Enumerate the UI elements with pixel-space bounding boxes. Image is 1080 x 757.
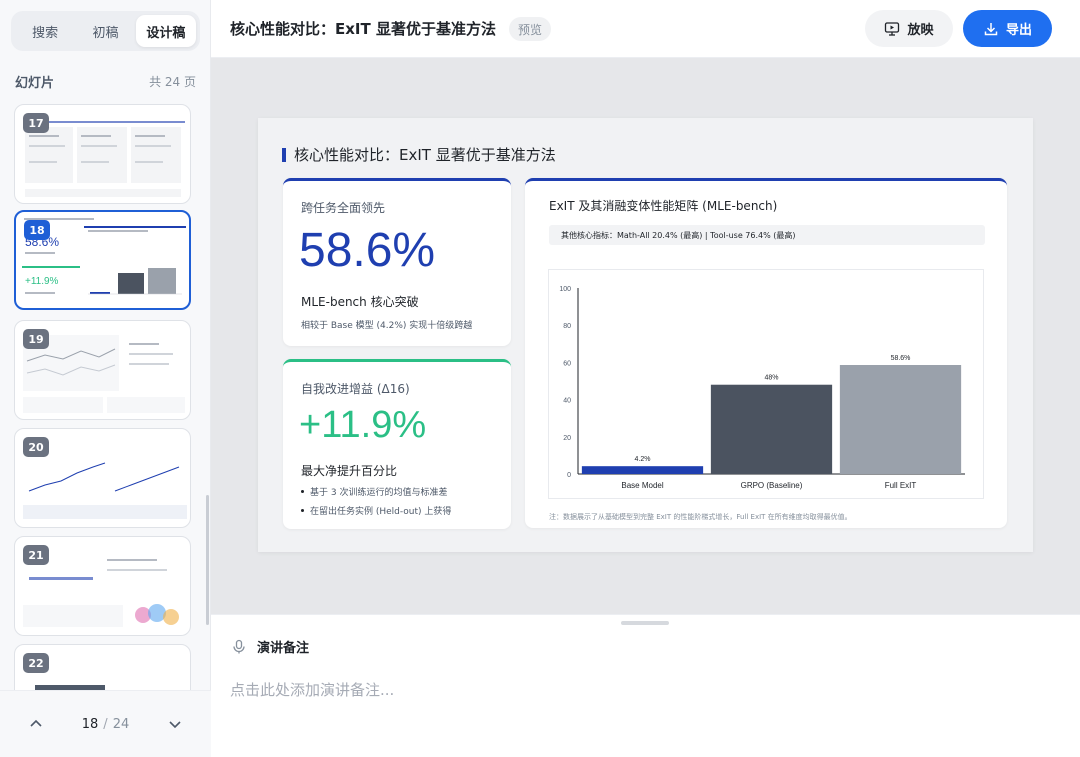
y-tick-label: 40	[563, 398, 571, 405]
y-tick-label: 100	[559, 286, 571, 293]
presentation-icon	[885, 21, 900, 36]
bar-data-label: 4.2%	[635, 456, 651, 463]
slide-number: 18	[24, 220, 50, 240]
x-tick-label: Full ExIT	[885, 481, 917, 490]
slide-number: 19	[23, 329, 49, 349]
metric-subtitle: 最大净提升百分比	[301, 464, 398, 478]
slide-canvas: 核心性能对比：ExIT 显著优于基准方法 跨任务全面领先 58.6% MLE-b…	[211, 58, 1080, 614]
slide-number: 22	[23, 653, 49, 673]
x-tick-label: Base Model	[621, 481, 663, 490]
top-bar: 核心性能对比：ExIT 显著优于基准方法 预览 放映 导出	[211, 0, 1080, 58]
slide-thumbnail[interactable]: 17	[14, 104, 191, 204]
microphone-icon	[233, 639, 245, 653]
bar	[839, 365, 962, 474]
total-pages: 24	[112, 716, 130, 732]
current-slide[interactable]: 核心性能对比：ExIT 显著优于基准方法 跨任务全面领先 58.6% MLE-b…	[258, 118, 1033, 552]
export-button[interactable]: 导出	[963, 10, 1052, 47]
chart-title: ExIT 及其消融变体性能矩阵 (MLE-bench)	[549, 199, 778, 213]
y-tick-label: 60	[563, 360, 571, 367]
bar	[581, 466, 704, 474]
bullet-item: 基于 3 次训练运行的均值与标准差	[301, 485, 451, 498]
metrics-strip: 其他核心指标：Math-All 20.4% (最高) | Tool-use 76…	[549, 225, 985, 245]
y-tick-label: 80	[563, 323, 571, 330]
notes-title: 演讲备注	[257, 641, 310, 656]
speaker-notes-panel: 演讲备注 点击此处添加演讲备注...	[211, 614, 1080, 757]
y-tick-label: 20	[563, 435, 571, 442]
chevron-up-icon	[30, 719, 42, 727]
metric-label: 自我改进增益 (Δ16)	[301, 382, 410, 396]
bar-chart-container: 0 20 40 60 80 100 4.2% Base Model 48% GRPO (Basel…	[548, 269, 984, 499]
tab-search[interactable]: 搜索	[15, 15, 75, 47]
present-label: 放映	[907, 23, 934, 38]
prev-slide-button[interactable]	[26, 714, 46, 734]
slide-thumbnail-list[interactable]: 17 18 58.6% +11.9% 19 20 21 22	[0, 100, 211, 690]
preview-badge: 预览	[509, 17, 552, 41]
metric-label: 跨任务全面领先	[301, 201, 386, 215]
resize-handle[interactable]	[621, 621, 669, 625]
document-title: 核心性能对比：ExIT 显著优于基准方法	[230, 20, 496, 38]
metric-value: 58.6%	[299, 224, 436, 277]
slide-number: 17	[23, 113, 49, 133]
export-label: 导出	[1005, 23, 1032, 38]
bar-data-label: 58.6%	[891, 355, 911, 362]
tab-design[interactable]: 设计稿	[135, 15, 196, 47]
metric-card-gain: 自我改进增益 (Δ16) +11.9% 最大净提升百分比 基于 3 次训练运行的…	[283, 359, 511, 529]
tab-draft[interactable]: 初稿	[75, 15, 135, 47]
metric-note: 相较于 Base 模型 (4.2%) 实现十倍级跨越	[301, 321, 473, 331]
speaker-notes-input[interactable]: 点击此处添加演讲备注...	[230, 679, 394, 700]
x-tick-label: GRPO (Baseline)	[741, 481, 803, 490]
present-button[interactable]: 放映	[865, 10, 953, 47]
bar-data-label: 48%	[764, 375, 778, 382]
chart-card: ExIT 及其消融变体性能矩阵 (MLE-bench) 其他核心指标：Math-…	[525, 178, 1007, 528]
slide-thumbnail[interactable]: 20	[14, 428, 191, 528]
current-page: 18	[81, 716, 99, 732]
download-icon	[984, 22, 998, 35]
chevron-down-icon	[169, 721, 181, 729]
y-tick-label: 0	[567, 472, 571, 479]
slide-thumbnail[interactable]: 19	[14, 320, 191, 420]
thumb-value-2: +11.9%	[25, 276, 59, 287]
slide-thumbnail-current[interactable]: 18 58.6% +11.9%	[14, 210, 191, 310]
slides-count: 共 24 页	[149, 75, 196, 89]
slides-title: 幻灯片	[15, 76, 55, 91]
metric-value: +11.9%	[299, 404, 427, 446]
next-slide-button[interactable]	[165, 714, 185, 734]
slide-title: 核心性能对比：ExIT 显著优于基准方法	[282, 144, 556, 165]
slide-pager: 18/24	[0, 690, 211, 757]
page-separator: /	[103, 716, 108, 732]
bar	[710, 384, 833, 474]
slides-sidebar: 搜索 初稿 设计稿 幻灯片 共 24 页 17 18 58.6% +11.9% …	[0, 0, 211, 757]
mode-switcher: 搜索 初稿 设计稿	[11, 11, 200, 51]
metric-bullets: 基于 3 次训练运行的均值与标准差 在留出任务实例 (Held-out) 上获得	[301, 485, 451, 523]
chart-footnote: 注：数据展示了从基础模型到完整 ExIT 的性能阶梯式增长，Full ExIT …	[549, 513, 852, 521]
notes-header: 演讲备注	[231, 637, 309, 656]
slide-number: 20	[23, 437, 49, 457]
metric-subtitle: MLE-bench 核心突破	[301, 295, 419, 309]
slide-thumbnail[interactable]: 21	[14, 536, 191, 636]
sidebar-scrollbar[interactable]	[206, 495, 209, 625]
slide-number: 21	[23, 545, 49, 565]
bullet-item: 在留出任务实例 (Held-out) 上获得	[301, 504, 451, 517]
bar-chart: 0 20 40 60 80 100 4.2% Base Model 48% GRPO (Basel…	[559, 286, 965, 490]
metric-card-lead: 跨任务全面领先 58.6% MLE-bench 核心突破 相较于 Base 模型…	[283, 178, 511, 346]
page-indicator: 18/24	[82, 717, 129, 732]
slides-header: 幻灯片 共 24 页	[15, 72, 196, 91]
slide-thumbnail[interactable]: 22	[14, 644, 191, 690]
